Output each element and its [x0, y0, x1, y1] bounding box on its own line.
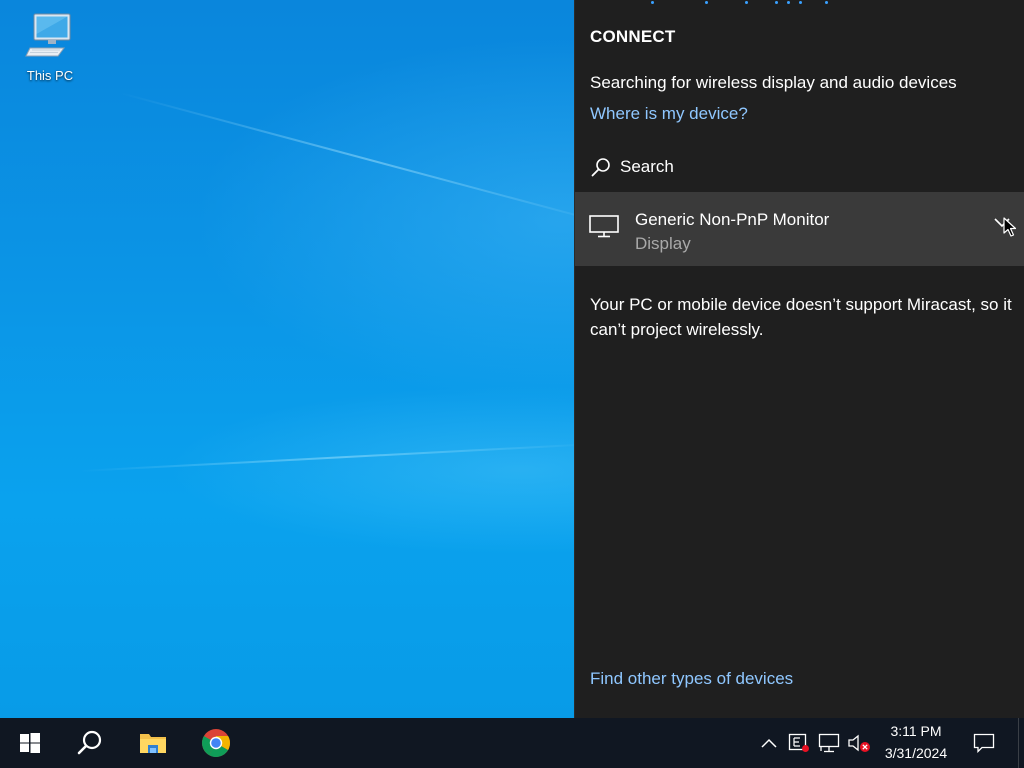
taskbar: 3:11 PM 3/31/2024	[0, 718, 1024, 768]
search-label: Search	[620, 157, 674, 176]
device-type: Display	[635, 234, 691, 253]
connect-panel: CONNECT Searching for wireless display a…	[574, 0, 1024, 718]
windows-start-icon	[20, 733, 40, 753]
volume-muted-icon	[848, 734, 870, 752]
monitor-icon	[589, 215, 619, 238]
desktop-icon-label: This PC	[26, 68, 74, 83]
miracast-unsupported-message: Your PC or mobile device doesn’t support…	[590, 295, 1012, 339]
clock[interactable]: 3:11 PM 3/31/2024	[872, 718, 960, 768]
computer-icon	[25, 13, 71, 57]
clock-time: 3:11 PM	[890, 723, 942, 739]
volume-tray-button[interactable]	[846, 718, 872, 768]
wallpaper-light-beam	[119, 92, 623, 229]
network-tray-button[interactable]	[816, 718, 842, 768]
notification-icon	[973, 733, 995, 753]
show-desktop-button[interactable]	[1018, 718, 1024, 768]
search-icon	[77, 730, 102, 755]
chevron-down-icon[interactable]	[993, 216, 1011, 228]
taskbar-search-button[interactable]	[62, 718, 118, 768]
chevron-up-icon	[761, 738, 777, 748]
panel-title: CONNECT	[590, 27, 676, 46]
ime-tray-button[interactable]	[786, 718, 812, 768]
show-hidden-icons-button[interactable]	[756, 718, 782, 768]
device-item-generic-monitor[interactable]: Generic Non-PnP Monitor Display	[575, 192, 1024, 266]
clock-date: 3/31/2024	[884, 745, 948, 761]
searching-status: Searching for wireless display and audio…	[590, 73, 957, 92]
device-name: Generic Non-PnP Monitor	[635, 210, 830, 229]
chrome-icon	[202, 729, 230, 757]
wallpaper-light-beam	[79, 442, 600, 472]
searching-progress-dots	[621, 0, 841, 6]
where-is-my-device-link[interactable]: Where is my device?	[590, 104, 748, 124]
action-center-button[interactable]	[970, 718, 998, 768]
desktop-icon-this-pc[interactable]: This PC	[18, 10, 82, 83]
ime-icon	[788, 733, 809, 752]
network-icon	[818, 733, 840, 753]
file-explorer-button[interactable]	[125, 718, 181, 768]
start-button[interactable]	[2, 718, 58, 768]
folder-icon	[140, 734, 166, 753]
search-button[interactable]: Search	[590, 154, 674, 180]
find-other-devices-link[interactable]: Find other types of devices	[590, 669, 793, 689]
chrome-button[interactable]	[188, 718, 244, 768]
search-icon	[591, 158, 610, 177]
